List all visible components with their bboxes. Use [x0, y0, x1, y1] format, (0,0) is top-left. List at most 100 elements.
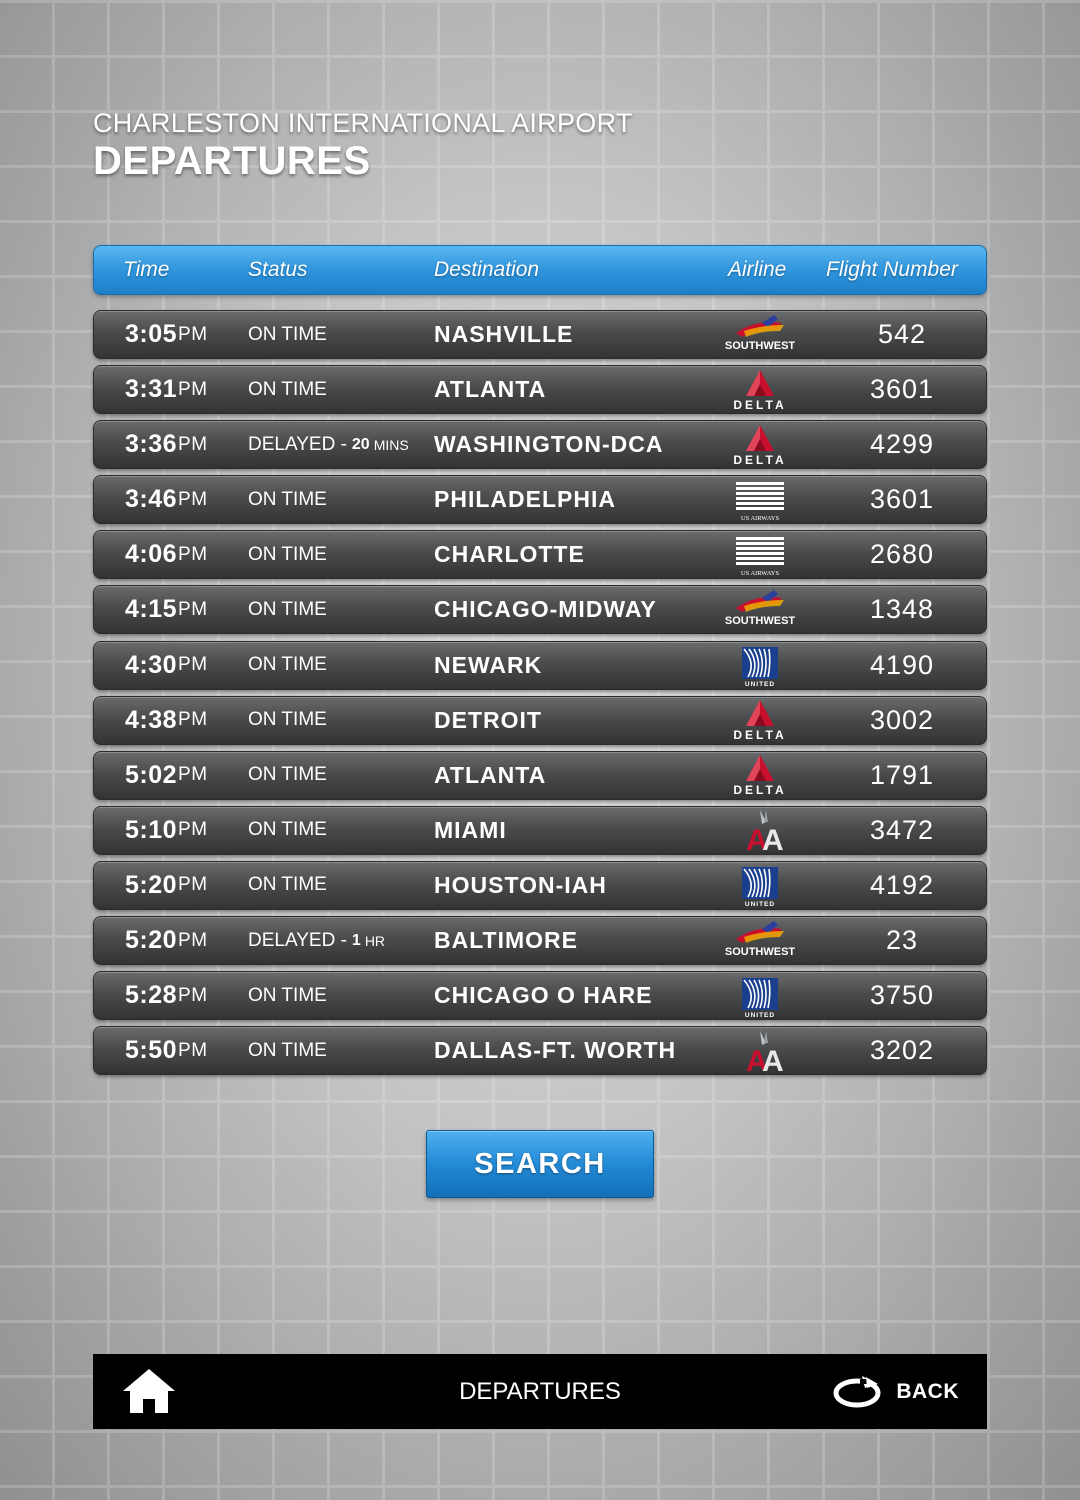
flight-row[interactable]: 4:38 PM ON TIME DETROIT DELTA 3002 [93, 695, 987, 745]
flight-row[interactable]: 4:15 PM ON TIME CHICAGO-MIDWAY SOUTHWEST 1348 [93, 585, 987, 635]
departure-time: 5:02 PM [125, 752, 208, 799]
time-value: 5:20 [125, 870, 178, 899]
time-value: 4:15 [125, 595, 178, 624]
southwest-wordmark: SOUTHWEST [725, 340, 796, 352]
status-text: ON TIME [248, 1039, 327, 1061]
flight-status: ON TIME [248, 807, 327, 854]
flight-status: ON TIME [248, 972, 327, 1019]
flight-number: 3202 [869, 1035, 935, 1066]
status-text: ON TIME [248, 764, 327, 786]
column-header-destination[interactable]: Destination [434, 258, 539, 282]
departure-time: 3:31 PM [125, 366, 208, 413]
flight-status: ON TIME [248, 586, 327, 633]
column-header-airline[interactable]: Airline [728, 258, 786, 282]
time-ampm: PM [178, 378, 208, 400]
departure-time: 5:50 PM [125, 1027, 208, 1074]
time-ampm: PM [178, 1039, 208, 1061]
status-text: DELAYED - [248, 433, 347, 455]
departures-list: 3:05 PM ON TIME NASHVILLE SOUTHWEST 542 3:31 PM… [93, 310, 987, 1081]
flight-row[interactable]: 5:02 PM ON TIME ATLANTA DELTA 1791 [93, 750, 987, 800]
flight-destination: CHICAGO-MIDWAY [434, 596, 657, 623]
delta-logo-icon: DELTA [720, 421, 800, 468]
flight-number: 4190 [869, 649, 935, 680]
flight-number: 2680 [869, 539, 935, 570]
flight-number: 3002 [869, 704, 935, 735]
time-value: 5:02 [125, 760, 178, 789]
flight-status: ON TIME [248, 752, 327, 799]
delta-logo-icon: DELTA [720, 752, 800, 799]
flight-destination: HOUSTON-IAH [434, 871, 607, 898]
departures-table-header: Time Status Destination Airline Flight N… [93, 245, 987, 295]
usairways-logo-icon: US AIRWAYS [720, 476, 800, 523]
delay-unit: MINS [373, 436, 409, 453]
column-header-time[interactable]: Time [123, 258, 169, 282]
united-logo-icon: UNITED [720, 642, 800, 689]
flight-destination: NEWARK [434, 651, 543, 678]
flight-destination: ATLANTA [434, 761, 547, 788]
departure-time: 3:05 PM [125, 311, 208, 358]
departure-time: 4:38 PM [125, 697, 208, 744]
united-wordmark: UNITED [745, 681, 775, 687]
time-value: 5:50 [125, 1036, 178, 1065]
airport-name: CHARLESTON INTERNATIONAL AIRPORT [93, 108, 633, 138]
flight-row[interactable]: 3:46 PM ON TIME PHILADELPHIA US AIRWAYS 3601 [93, 475, 987, 525]
departure-time: 4:06 PM [125, 531, 208, 578]
flight-destination: CHARLOTTE [434, 541, 585, 568]
flight-destination: CHICAGO O HARE [434, 982, 653, 1009]
flight-row[interactable]: 3:36 PM DELAYED -20 MINS WASHINGTON-DCA DELTA… [93, 420, 987, 470]
united-logo-icon: UNITED [720, 972, 800, 1019]
delay-unit: HR [364, 932, 386, 949]
flight-status: ON TIME [248, 1027, 327, 1074]
flight-destination: DALLAS-FT. WORTH [434, 1037, 677, 1064]
column-header-flight-number[interactable]: Flight Number [826, 258, 958, 282]
flight-number: 23 [885, 925, 919, 956]
flight-row[interactable]: 4:06 PM ON TIME CHARLOTTE US AIRWAYS 2680 [93, 530, 987, 580]
departure-time: 3:36 PM [125, 421, 208, 468]
flight-number: 3601 [869, 484, 935, 515]
time-ampm: PM [178, 323, 208, 345]
united-wordmark: UNITED [745, 1012, 775, 1018]
departure-time: 5:20 PM [125, 917, 208, 964]
time-ampm: PM [178, 598, 208, 620]
column-header-status[interactable]: Status [248, 258, 308, 282]
flight-destination: DETROIT [434, 706, 542, 733]
status-text: ON TIME [248, 819, 327, 841]
time-ampm: PM [178, 709, 208, 731]
usairways-wordmark: US AIRWAYS [741, 570, 780, 577]
footer-bar: DEPARTURES BACK [93, 1354, 987, 1429]
flight-status: DELAYED -1 HR [248, 917, 385, 964]
flight-row[interactable]: 5:10 PM ON TIME MIAMI A A 3472 [93, 805, 987, 855]
time-ampm: PM [178, 764, 208, 786]
flight-status: ON TIME [248, 366, 327, 413]
flight-row[interactable]: 5:50 PM ON TIME DALLAS-FT. WORTH A A 3202 [93, 1026, 987, 1076]
svg-text:A: A [762, 1045, 784, 1073]
flight-row[interactable]: 5:28 PM ON TIME CHICAGO O HARE UNITED 3750 [93, 971, 987, 1021]
status-text: DELAYED - [248, 929, 347, 951]
status-text: ON TIME [248, 323, 327, 345]
united-wordmark: UNITED [745, 901, 775, 907]
southwest-logo-icon: SOUTHWEST [720, 917, 800, 964]
time-value: 4:38 [125, 705, 178, 734]
flight-row[interactable]: 5:20 PM ON TIME HOUSTON-IAH UNITED 4192 [93, 860, 987, 910]
united-logo-icon: UNITED [720, 862, 800, 909]
departure-time: 3:46 PM [125, 476, 208, 523]
flight-row[interactable]: 4:30 PM ON TIME NEWARK UNITED 4190 [93, 640, 987, 690]
time-value: 3:05 [125, 320, 178, 348]
time-value: 3:36 [125, 430, 178, 459]
flight-row[interactable]: 3:05 PM ON TIME NASHVILLE SOUTHWEST 542 [93, 310, 987, 359]
delta-logo-icon: DELTA [720, 366, 800, 413]
status-text: ON TIME [248, 598, 327, 620]
back-label: BACK [896, 1380, 959, 1403]
status-text: ON TIME [248, 543, 327, 565]
page-header: CHARLESTON INTERNATIONAL AIRPORT DEPARTU… [93, 108, 633, 184]
search-button[interactable]: SEARCH [426, 1130, 654, 1198]
time-ampm: PM [178, 819, 208, 841]
delta-wordmark: DELTA [733, 728, 786, 742]
southwest-logo-icon: SOUTHWEST [720, 311, 800, 358]
status-text: ON TIME [248, 874, 327, 896]
status-text: ON TIME [248, 488, 327, 510]
back-button[interactable]: BACK [832, 1374, 959, 1410]
flight-row[interactable]: 5:20 PM DELAYED -1 HR BALTIMORE SOUTHWEST 23 [93, 916, 987, 966]
flight-destination: MIAMI [434, 816, 507, 843]
flight-row[interactable]: 3:31 PM ON TIME ATLANTA DELTA 3601 [93, 365, 987, 415]
